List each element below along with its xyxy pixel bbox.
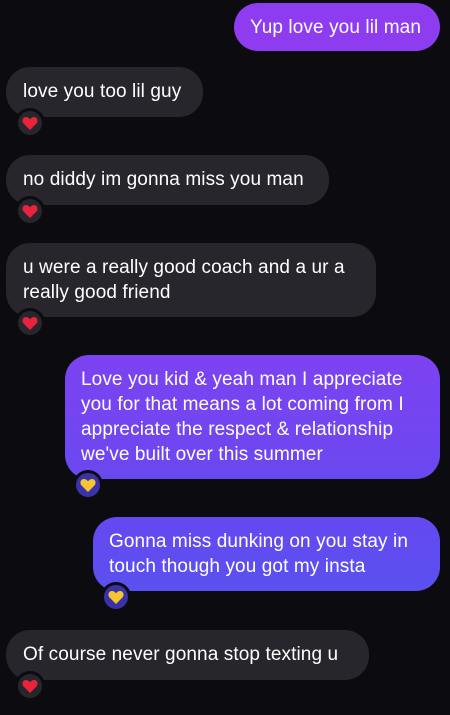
red-heart-reaction-icon[interactable] [15,308,45,338]
incoming-message-bubble[interactable]: Of course never gonna stop texting u [6,630,369,680]
red-heart-reaction-icon[interactable] [15,671,45,701]
yellow-heart-reaction-icon[interactable] [73,470,103,500]
outgoing-message-bubble[interactable]: Gonna miss dunking on you stay in touch … [93,517,440,591]
incoming-message-bubble[interactable]: no diddy im gonna miss you man [6,155,329,205]
yellow-heart-reaction-icon[interactable] [101,582,131,612]
outgoing-message-bubble[interactable]: Yup love you lil man [234,3,440,51]
red-heart-reaction-icon[interactable] [15,196,45,226]
message-thread: Yup love you lil man love you too lil gu… [0,0,450,715]
red-heart-reaction-icon[interactable] [15,108,45,138]
outgoing-message-bubble[interactable]: Love you kid & yeah man I appreciate you… [65,355,440,479]
incoming-message-bubble[interactable]: u were a really good coach and a ur a re… [6,243,376,317]
